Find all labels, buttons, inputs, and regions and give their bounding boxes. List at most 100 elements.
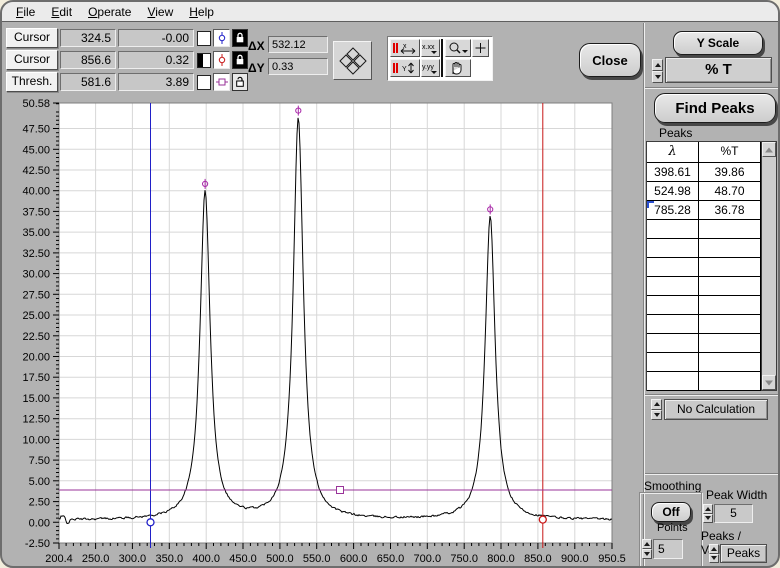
table-cell[interactable] <box>647 239 699 258</box>
y-scale-spinner[interactable] <box>652 59 663 83</box>
table-row[interactable] <box>647 277 776 296</box>
threshold-name-button[interactable]: Thresh. <box>6 72 58 92</box>
table-cell[interactable] <box>699 353 761 372</box>
table-cell[interactable] <box>647 220 699 239</box>
table-row[interactable]: 524.98 48.70 <box>647 182 776 201</box>
table-cell[interactable] <box>699 239 761 258</box>
autoscale-x-icon[interactable]: x <box>390 39 420 57</box>
table-cell[interactable] <box>699 296 761 315</box>
cursor-marker-2[interactable] <box>538 515 547 524</box>
table-row[interactable] <box>647 239 776 258</box>
close-button[interactable]: Close <box>579 43 641 77</box>
peaks-valleys-spinner[interactable] <box>709 544 719 563</box>
table-cell[interactable] <box>699 277 761 296</box>
peak-width-input[interactable]: 5 <box>714 504 753 523</box>
menu-edit[interactable]: Edit <box>43 4 80 20</box>
table-row[interactable] <box>647 372 776 391</box>
crosshair-tool-icon[interactable] <box>472 39 489 57</box>
table-scrollbar[interactable] <box>761 142 776 390</box>
lambda-column-header[interactable]: λ <box>647 142 699 162</box>
menu-file[interactable]: File <box>8 4 43 20</box>
peaks-valleys-select[interactable]: Peaks <box>720 544 767 563</box>
menu-view[interactable]: View <box>139 4 181 20</box>
table-cell[interactable] <box>699 258 761 277</box>
threshold-swatch[interactable] <box>197 74 211 90</box>
cursor1-name-button[interactable]: Cursor <box>6 28 58 48</box>
table-row[interactable] <box>647 334 776 353</box>
cursor-mover-diamond-icon[interactable] <box>333 41 372 80</box>
pan-hand-icon[interactable] <box>445 59 471 77</box>
percent-t-column-header[interactable]: %T <box>699 142 761 162</box>
spin-up-icon[interactable] <box>709 544 719 554</box>
points-input[interactable]: 5 <box>653 539 683 559</box>
menu-help[interactable]: Help <box>181 4 222 20</box>
peak-width-spinner[interactable] <box>703 504 713 523</box>
table-row[interactable] <box>647 296 776 315</box>
spin-down-icon[interactable] <box>709 553 719 563</box>
cursor1-style-icon[interactable] <box>213 29 230 47</box>
cursor-marker-1[interactable] <box>146 518 155 527</box>
table-cell[interactable] <box>699 372 761 391</box>
threshold-marker[interactable] <box>336 486 344 494</box>
spin-up-icon[interactable] <box>642 539 652 549</box>
y-scale-button[interactable]: Y Scale <box>673 31 763 55</box>
table-cell[interactable]: 524.98 <box>647 182 699 201</box>
scroll-down-icon[interactable] <box>762 375 776 390</box>
table-row[interactable]: 398.61 39.86 <box>647 163 776 182</box>
cursor2-x-value[interactable]: 856.6 <box>60 51 116 69</box>
table-cell[interactable]: 39.86 <box>699 163 761 182</box>
spin-down-icon[interactable] <box>642 549 652 559</box>
y-scale-ring[interactable]: % T <box>665 57 772 83</box>
cursor1-swatch[interactable] <box>197 30 211 46</box>
spin-down-icon[interactable] <box>703 513 713 523</box>
table-cell[interactable] <box>647 353 699 372</box>
cursor1-lock-icon[interactable] <box>232 29 248 47</box>
spin-up-icon[interactable] <box>703 504 713 514</box>
scroll-up-icon[interactable] <box>762 142 776 157</box>
threshold-style-icon[interactable] <box>213 73 230 91</box>
table-cell[interactable] <box>647 315 699 334</box>
spin-up-icon[interactable] <box>651 399 662 410</box>
table-cell[interactable] <box>647 277 699 296</box>
cursor1-y-value[interactable]: -0.00 <box>118 29 194 47</box>
threshold-x-value[interactable]: 581.6 <box>60 73 116 91</box>
table-row[interactable] <box>647 220 776 239</box>
table-row[interactable] <box>647 258 776 277</box>
cursor2-lock-icon[interactable] <box>232 51 248 69</box>
table-cell[interactable] <box>699 334 761 353</box>
spin-down-icon[interactable] <box>651 409 662 420</box>
table-cell[interactable] <box>647 296 699 315</box>
spin-down-icon[interactable] <box>652 71 663 83</box>
plot-area[interactable] <box>59 103 612 543</box>
cursor2-name-button[interactable]: Cursor <box>6 50 58 70</box>
table-row[interactable]: 785.28 36.78 <box>647 201 776 220</box>
cursor1-x-value[interactable]: 324.5 <box>60 29 116 47</box>
table-cell[interactable] <box>699 220 761 239</box>
smoothing-off-button[interactable]: Off <box>651 502 691 522</box>
calculation-select[interactable]: No Calculation <box>664 399 768 420</box>
table-cell[interactable]: 48.70 <box>699 182 761 201</box>
autoscale-y-icon[interactable]: Y <box>390 59 420 77</box>
zoom-magnifier-icon[interactable] <box>445 39 471 57</box>
table-cell[interactable] <box>699 315 761 334</box>
menu-operate[interactable]: Operate <box>80 4 139 20</box>
threshold-y-value[interactable]: 3.89 <box>118 73 194 91</box>
cursor2-style-icon[interactable] <box>213 51 230 69</box>
cursor2-swatch[interactable] <box>197 52 211 68</box>
table-cell[interactable]: 785.28 <box>647 201 699 220</box>
spin-up-icon[interactable] <box>652 59 663 71</box>
calculation-spinner[interactable] <box>651 399 662 420</box>
table-cell[interactable] <box>647 372 699 391</box>
x-precision-icon[interactable]: x.xx <box>421 39 440 57</box>
threshold-unlock-icon[interactable] <box>232 73 248 91</box>
table-cell[interactable] <box>647 334 699 353</box>
y-precision-icon[interactable]: y.yy <box>421 59 440 77</box>
table-row[interactable] <box>647 353 776 372</box>
find-peaks-button[interactable]: Find Peaks <box>654 93 776 123</box>
cursor2-y-value[interactable]: 0.32 <box>118 51 194 69</box>
table-cell[interactable] <box>647 258 699 277</box>
table-cell[interactable]: 36.78 <box>699 201 761 220</box>
table-row[interactable] <box>647 315 776 334</box>
table-cell[interactable]: 398.61 <box>647 163 699 182</box>
points-spinner[interactable] <box>642 539 652 559</box>
